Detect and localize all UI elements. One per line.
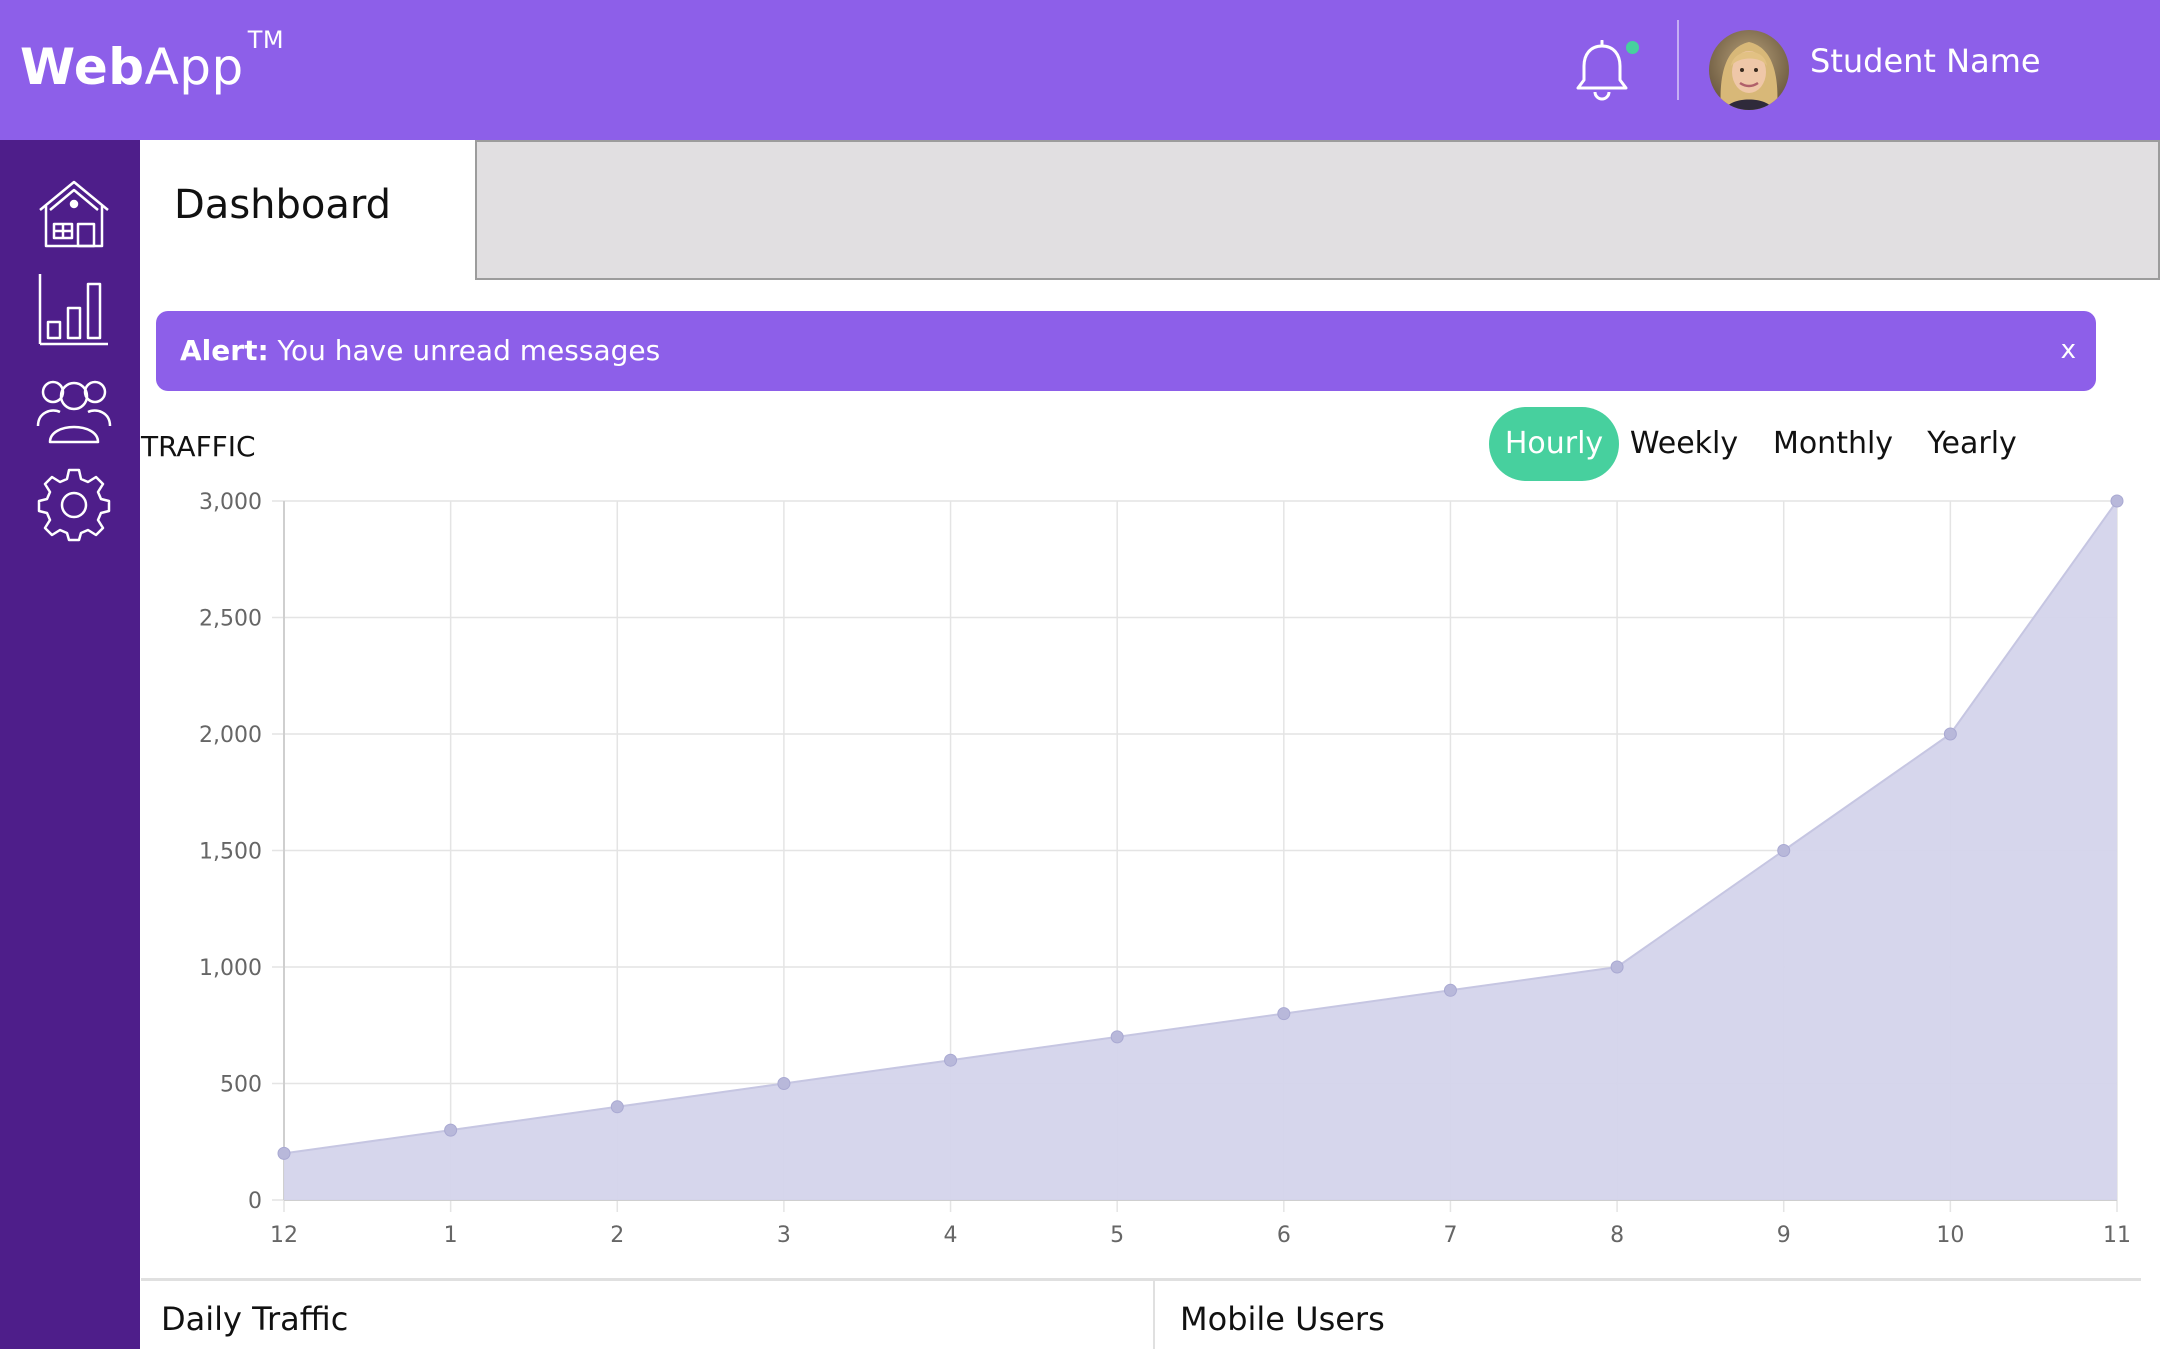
data-point[interactable] — [777, 1077, 791, 1090]
data-point[interactable] — [944, 1053, 958, 1067]
section-divider — [141, 1278, 2141, 1281]
y-tick-label: 2,500 — [199, 607, 262, 632]
x-tick-label: 10 — [1936, 1223, 1964, 1248]
header-divider — [1677, 20, 1679, 100]
chart-y-tick-labels: 0 500 1,000 1,500 2,000 2,500 3,000 — [199, 490, 262, 1214]
alert-text: Alert: You have unread messages — [180, 334, 660, 367]
data-point[interactable] — [1777, 844, 1791, 857]
data-point[interactable] — [1110, 1030, 1124, 1044]
section-split — [1153, 1280, 1155, 1349]
avatar-image — [1709, 30, 1789, 110]
x-tick-label: 6 — [1277, 1223, 1291, 1248]
alert-close-button[interactable]: x — [2061, 335, 2076, 365]
y-tick-label: 1,000 — [199, 956, 262, 981]
x-tick-label: 7 — [1443, 1223, 1457, 1248]
x-tick-label: 9 — [1777, 1223, 1791, 1248]
data-point[interactable] — [1277, 1007, 1291, 1021]
y-tick-label: 3,000 — [199, 490, 262, 515]
x-tick-label: 5 — [1110, 1223, 1124, 1248]
x-tick-label: 11 — [2103, 1223, 2131, 1248]
data-point[interactable] — [277, 1146, 291, 1160]
notification-dot — [1626, 41, 1639, 54]
bell-icon[interactable] — [1572, 40, 1632, 102]
tab-monthly[interactable]: Monthly — [1771, 407, 1895, 481]
x-tick-label: 4 — [944, 1223, 958, 1248]
users-icon[interactable] — [36, 370, 112, 446]
daily-traffic-title: Daily Traffic — [161, 1300, 349, 1338]
home-icon[interactable] — [36, 176, 112, 252]
page-title: Dashboard — [174, 182, 392, 228]
logo-bold-text: Web — [20, 38, 145, 96]
y-tick-label: 2,000 — [199, 723, 262, 748]
logo-trademark: TM — [247, 26, 285, 55]
data-point[interactable] — [1943, 727, 1957, 741]
alert-banner: Alert: You have unread messages x — [156, 311, 2096, 391]
settings-icon[interactable] — [36, 466, 112, 542]
alert-message: You have unread messages — [268, 334, 661, 367]
y-tick-label: 0 — [248, 1189, 262, 1214]
mobile-users-title: Mobile Users — [1180, 1300, 1385, 1338]
search-panel[interactable] — [475, 140, 2160, 280]
x-tick-label: 2 — [610, 1223, 624, 1248]
traffic-chart: 05001,0001,5002,0002,5003,000 12 1 2 3 4 5 6 7 8… — [199, 490, 2131, 1248]
data-point[interactable] — [1443, 983, 1457, 997]
alert-label: Alert: — [180, 334, 269, 367]
chart-x-tick-labels: 12 1 2 3 4 5 6 7 8 9 10 11 — [270, 1223, 2131, 1248]
data-point[interactable] — [2110, 494, 2124, 508]
traffic-title: TRAFFIC — [141, 430, 256, 463]
tab-hourly[interactable]: Hourly — [1489, 407, 1619, 481]
logo-light-text: App — [144, 38, 244, 96]
y-tick-label: 1,500 — [199, 840, 262, 865]
tab-yearly[interactable]: Yearly — [1919, 407, 2025, 481]
data-point[interactable] — [610, 1100, 624, 1114]
y-tick-label: 500 — [220, 1073, 262, 1098]
x-tick-label: 8 — [1610, 1223, 1624, 1248]
user-name[interactable]: Student Name — [1810, 42, 2041, 80]
x-tick-label: 3 — [777, 1223, 791, 1248]
app-logo[interactable]: WebApp TM — [20, 26, 284, 96]
x-tick-label: 1 — [444, 1223, 458, 1248]
bar-chart-icon[interactable] — [36, 272, 112, 348]
tab-weekly[interactable]: Weekly — [1629, 407, 1739, 481]
x-tick-label: 12 — [270, 1223, 298, 1248]
data-point[interactable] — [444, 1123, 458, 1137]
top-header: WebApp TM Student Name — [0, 0, 2160, 140]
data-point[interactable] — [1610, 960, 1624, 974]
avatar[interactable] — [1709, 30, 1789, 110]
sidebar — [0, 140, 140, 1349]
